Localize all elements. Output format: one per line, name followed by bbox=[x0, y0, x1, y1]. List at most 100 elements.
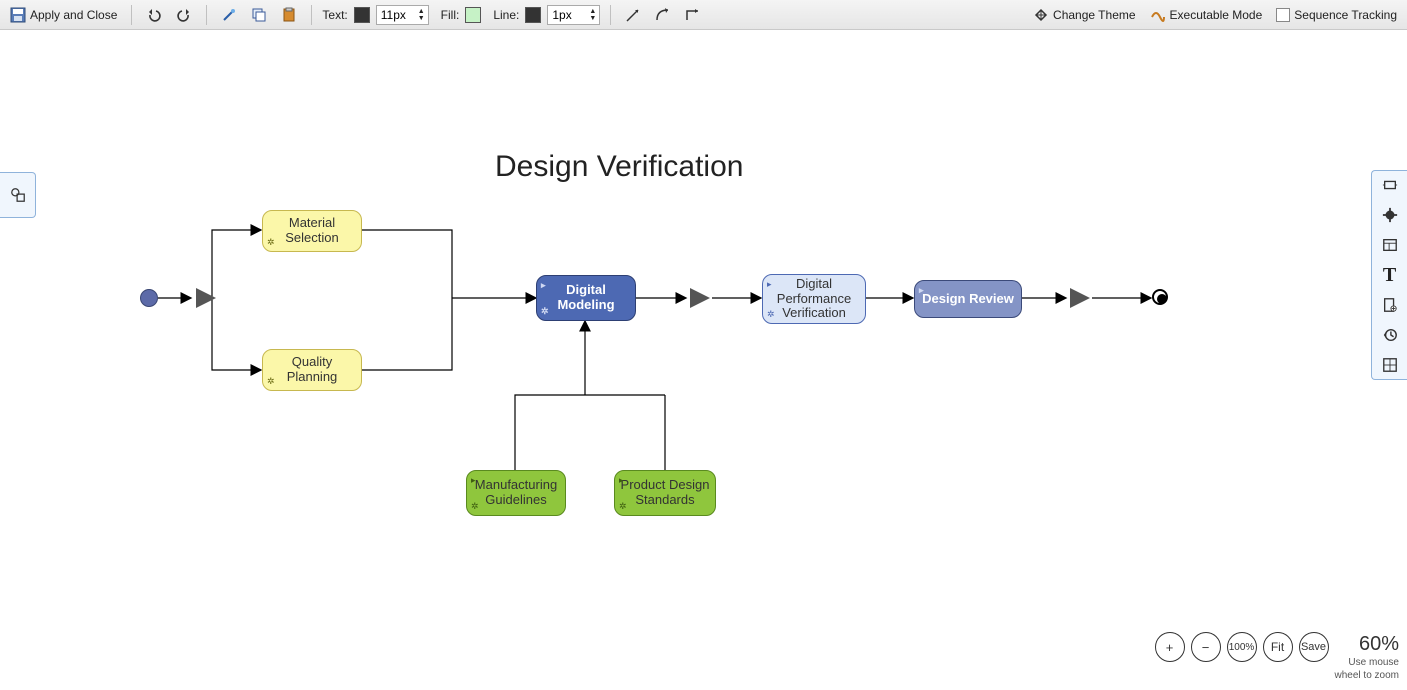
executable-mode-button[interactable]: Executable Mode bbox=[1146, 5, 1267, 25]
spinner-down-icon[interactable]: ▼ bbox=[415, 15, 428, 22]
grid-icon[interactable] bbox=[1382, 357, 1398, 373]
subprocess-marker-icon: ✲ bbox=[767, 309, 775, 319]
table-icon[interactable] bbox=[1382, 237, 1398, 253]
toolbar-separator bbox=[131, 5, 132, 25]
apply-and-close-label: Apply and Close bbox=[30, 8, 117, 22]
toolbar-separator bbox=[206, 5, 207, 25]
node-label: Quality Planning bbox=[267, 355, 357, 385]
change-theme-button[interactable]: Change Theme bbox=[1029, 5, 1140, 25]
task-type-icon: ▸ bbox=[767, 279, 772, 289]
subprocess-marker-icon: ✲ bbox=[541, 306, 549, 316]
zoom-controls: + − 100% Fit Save 60% Use mouse wheel to… bbox=[1155, 632, 1399, 682]
format-painter-button[interactable] bbox=[217, 5, 241, 25]
task-type-icon: ▸ bbox=[541, 280, 546, 290]
toolbar-separator bbox=[610, 5, 611, 25]
undo-icon bbox=[146, 7, 162, 23]
node-label: Digital Performance Verification bbox=[767, 277, 861, 322]
save-icon bbox=[10, 7, 26, 23]
left-palette-toggle[interactable] bbox=[0, 172, 36, 218]
spinner-up-icon[interactable]: ▲ bbox=[415, 8, 428, 15]
toolbar-separator bbox=[311, 5, 312, 25]
node-digital-performance-verification[interactable]: ▸ ✲ Digital Performance Verification bbox=[762, 274, 866, 324]
main-toolbar: Apply and Close Text: ▲▼ Fill: Line: ▲▼ bbox=[0, 0, 1407, 30]
connector-layer bbox=[0, 30, 1407, 690]
spinner-up-icon[interactable]: ▲ bbox=[586, 8, 599, 15]
line-color-swatch[interactable] bbox=[525, 7, 541, 23]
executable-icon bbox=[1150, 7, 1166, 23]
diagram-canvas[interactable]: T Design Verification bbox=[0, 30, 1407, 690]
end-event[interactable] bbox=[1152, 289, 1168, 305]
zoom-level: 60% bbox=[1335, 632, 1399, 657]
diagram-title: Design Verification bbox=[495, 150, 743, 184]
target-icon[interactable] bbox=[1382, 207, 1398, 223]
text-tool-icon[interactable]: T bbox=[1382, 267, 1398, 283]
subprocess-marker-icon: ✲ bbox=[471, 501, 479, 511]
sequence-tracking-toggle[interactable]: Sequence Tracking bbox=[1272, 6, 1401, 24]
arrow-straight-button[interactable] bbox=[621, 5, 645, 25]
gateway-split[interactable] bbox=[194, 286, 218, 310]
zoom-hint-1: Use mouse bbox=[1335, 657, 1399, 670]
zoom-100-button[interactable]: 100% bbox=[1227, 632, 1257, 662]
document-icon[interactable] bbox=[1382, 297, 1398, 313]
fill-color-swatch[interactable] bbox=[465, 7, 481, 23]
node-label: Material Selection bbox=[267, 216, 357, 246]
node-label: Manufacturing Guidelines bbox=[471, 478, 561, 508]
zoom-hint-2: wheel to zoom bbox=[1335, 670, 1399, 683]
arrow-orth-icon bbox=[685, 7, 701, 23]
text-label: Text: bbox=[322, 8, 347, 22]
line-width-spinner[interactable]: ▲▼ bbox=[547, 5, 600, 25]
node-manufacturing-guidelines[interactable]: ▸ ✲ Manufacturing Guidelines bbox=[466, 470, 566, 516]
node-label: Digital Modeling bbox=[541, 283, 631, 313]
text-color-swatch[interactable] bbox=[354, 7, 370, 23]
start-event[interactable] bbox=[140, 289, 158, 307]
zoom-out-button[interactable]: − bbox=[1191, 632, 1221, 662]
redo-icon bbox=[176, 7, 192, 23]
theme-icon bbox=[1033, 7, 1049, 23]
font-size-input[interactable] bbox=[377, 8, 415, 22]
change-theme-label: Change Theme bbox=[1053, 8, 1136, 22]
line-label: Line: bbox=[493, 8, 519, 22]
shapes-palette-icon bbox=[10, 187, 26, 203]
subprocess-marker-icon: ✲ bbox=[267, 237, 275, 247]
fill-label: Fill: bbox=[441, 8, 460, 22]
copy-icon bbox=[251, 7, 267, 23]
arrow-curved-icon bbox=[655, 7, 671, 23]
node-design-review[interactable]: ▸ Design Review bbox=[914, 280, 1022, 318]
line-width-input[interactable] bbox=[548, 8, 586, 22]
task-type-icon: ▸ bbox=[619, 475, 624, 485]
redo-button[interactable] bbox=[172, 5, 196, 25]
arrow-straight-icon bbox=[625, 7, 641, 23]
task-type-icon: ▸ bbox=[919, 285, 924, 295]
executable-mode-label: Executable Mode bbox=[1170, 8, 1263, 22]
right-palette: T bbox=[1371, 170, 1407, 380]
paste-button[interactable] bbox=[277, 5, 301, 25]
zoom-fit-button[interactable]: Fit bbox=[1263, 632, 1293, 662]
task-type-icon: ▸ bbox=[471, 475, 476, 485]
arrow-orth-button[interactable] bbox=[681, 5, 705, 25]
zoom-in-button[interactable]: + bbox=[1155, 632, 1185, 662]
copy-button[interactable] bbox=[247, 5, 271, 25]
node-digital-modeling[interactable]: ▸ ✲ Digital Modeling bbox=[536, 275, 636, 321]
zoom-readout: 60% Use mouse wheel to zoom bbox=[1335, 632, 1399, 682]
checkbox-icon bbox=[1276, 8, 1290, 22]
node-label: Design Review bbox=[922, 292, 1014, 307]
gateway-merge-2[interactable] bbox=[1068, 286, 1092, 310]
zoom-save-button[interactable]: Save bbox=[1299, 632, 1329, 662]
undo-button[interactable] bbox=[142, 5, 166, 25]
apply-and-close-button[interactable]: Apply and Close bbox=[6, 5, 121, 25]
spinner-down-icon[interactable]: ▼ bbox=[586, 15, 599, 22]
sequence-tracking-label: Sequence Tracking bbox=[1294, 8, 1397, 22]
font-size-spinner[interactable]: ▲▼ bbox=[376, 5, 429, 25]
subprocess-marker-icon: ✲ bbox=[267, 376, 275, 386]
gateway-merge-1[interactable] bbox=[688, 286, 712, 310]
node-material-selection[interactable]: ✲ Material Selection bbox=[262, 210, 362, 252]
wand-icon bbox=[221, 7, 237, 23]
node-quality-planning[interactable]: ✲ Quality Planning bbox=[262, 349, 362, 391]
node-label: Product Design Standards bbox=[619, 478, 711, 508]
fit-view-icon[interactable] bbox=[1382, 177, 1398, 193]
paste-icon bbox=[281, 7, 297, 23]
subprocess-marker-icon: ✲ bbox=[619, 501, 627, 511]
arrow-curved-button[interactable] bbox=[651, 5, 675, 25]
node-product-design-standards[interactable]: ▸ ✲ Product Design Standards bbox=[614, 470, 716, 516]
history-icon[interactable] bbox=[1382, 327, 1398, 343]
